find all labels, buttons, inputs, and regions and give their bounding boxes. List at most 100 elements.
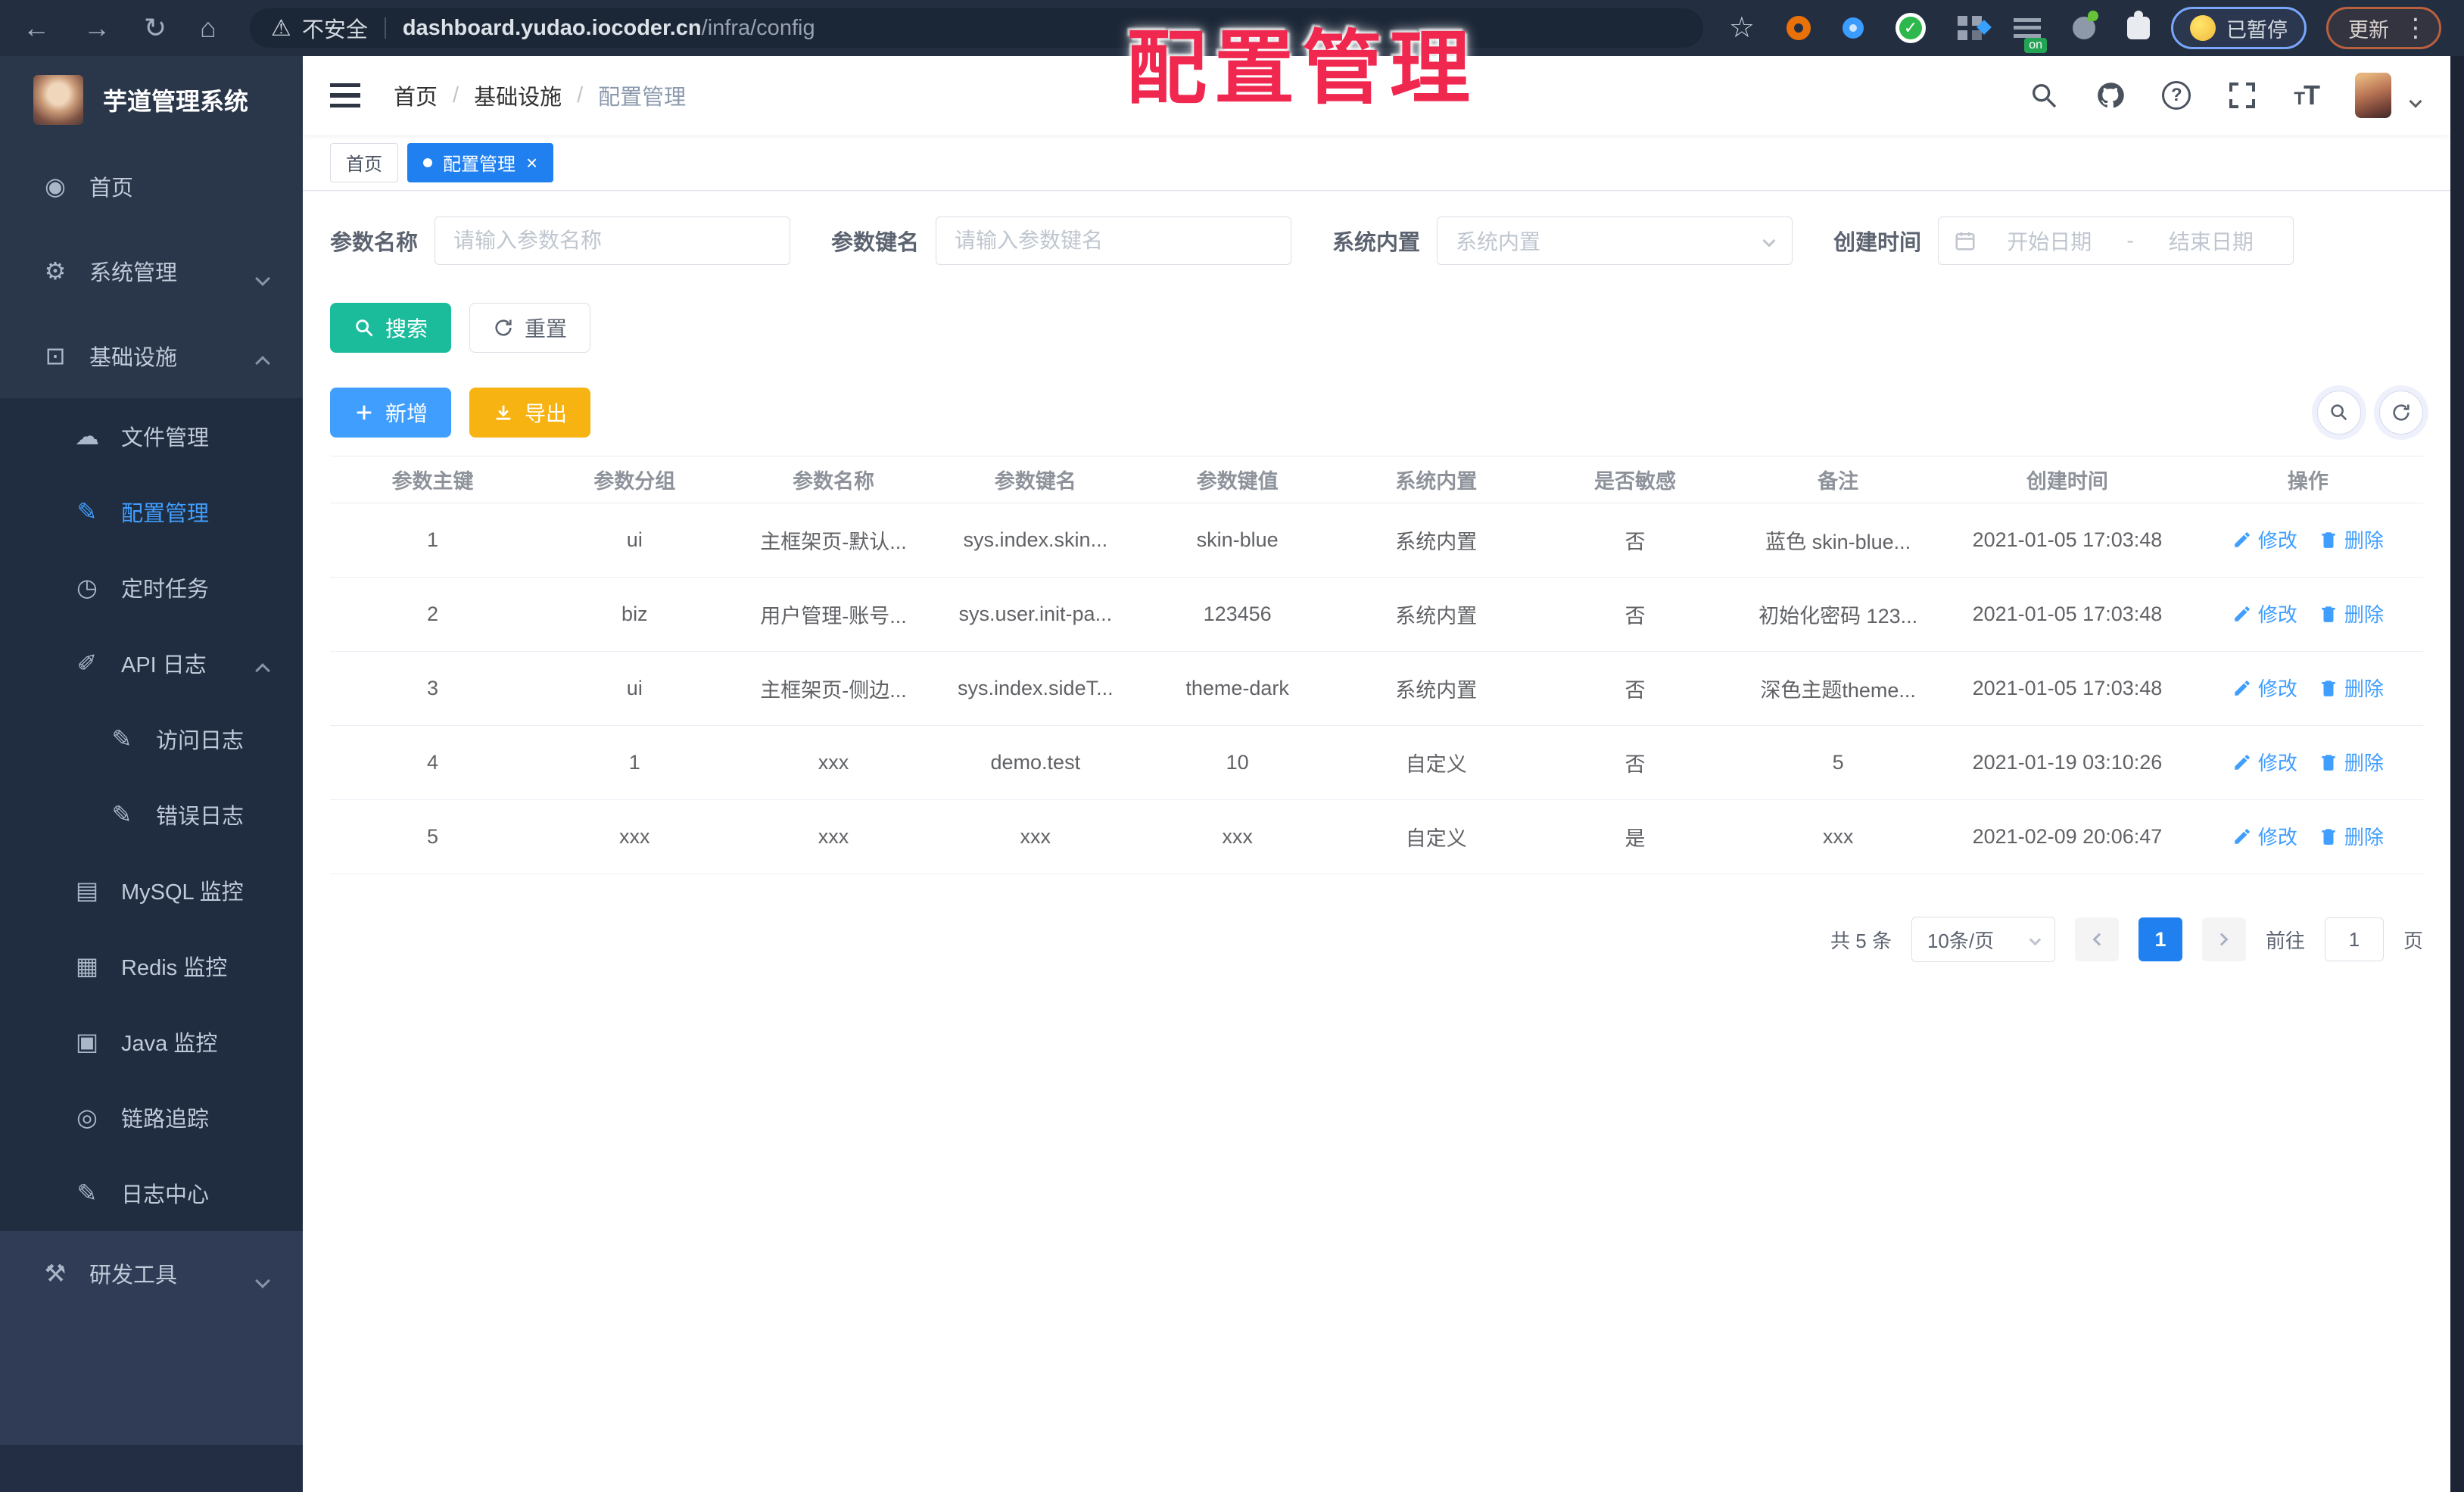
delete-link[interactable]: 删除 <box>2319 748 2384 776</box>
search-button[interactable]: 搜索 <box>330 303 452 353</box>
update-button[interactable]: 更新 ⋮ <box>2326 7 2441 49</box>
java-icon: ▣ <box>75 1028 99 1055</box>
delete-link[interactable]: 删除 <box>2319 674 2384 702</box>
switch-on-extension-icon[interactable] <box>2014 18 2047 53</box>
toggle-search-button[interactable] <box>2317 391 2361 435</box>
sidebar-item-mysql-monitor[interactable]: ▤ MySQL 监控 <box>0 852 303 928</box>
avatar-caret-icon[interactable] <box>2409 95 2422 108</box>
puzzle-extensions-icon[interactable] <box>2127 11 2150 39</box>
tag-首页[interactable]: 首页 <box>330 142 398 182</box>
grid-extension-icon[interactable] <box>1958 16 1982 40</box>
next-page-button[interactable] <box>2201 917 2246 961</box>
edit-link[interactable]: 修改 <box>2232 525 2297 553</box>
sidebar-item-home[interactable]: ◉ 首页 <box>0 144 303 229</box>
forward-icon[interactable]: → <box>83 14 111 42</box>
collapse-sidebar-icon[interactable] <box>330 83 360 107</box>
toolbox-icon: ⚒ <box>44 1260 67 1287</box>
paused-badge[interactable]: 已暂停 <box>2171 7 2307 49</box>
chevron-left-icon <box>2092 933 2106 946</box>
edit-link[interactable]: 修改 <box>2232 600 2297 628</box>
log-center-icon: ✎ <box>76 1179 98 1207</box>
edit-link[interactable]: 修改 <box>2232 674 2297 702</box>
sidebar-item-trace[interactable]: ◎ 链路追踪 <box>0 1079 303 1155</box>
gear-icon: ⚙ <box>44 257 67 285</box>
breadcrumb-item[interactable]: 首页 <box>394 79 438 111</box>
table-cell: 1 <box>628 751 640 774</box>
mysql-icon: ▤ <box>75 877 99 904</box>
reset-button[interactable]: 重置 <box>469 303 591 353</box>
close-icon[interactable]: × <box>526 153 537 173</box>
font-size-icon[interactable]: TT <box>2294 79 2320 111</box>
table-cell: xxx <box>619 825 650 848</box>
github-icon[interactable] <box>2095 80 2126 111</box>
page-size-select[interactable]: 10条/页 <box>1911 917 2055 962</box>
url-bar[interactable]: ⚠ 不安全 dashboard.yudao.iocoder.cn/infra/c… <box>249 8 1703 48</box>
sidebar-item-scheduled-tasks[interactable]: ◷ 定时任务 <box>0 550 303 625</box>
current-page-button[interactable]: 1 <box>2138 917 2182 961</box>
param-name-input[interactable] <box>435 216 791 265</box>
delete-link[interactable]: 删除 <box>2319 600 2384 628</box>
active-dot-icon <box>423 157 432 167</box>
back-icon[interactable]: ← <box>23 14 50 42</box>
sidebar-item-access-log[interactable]: ✎ 访问日志 <box>0 701 303 777</box>
sidebar-item-redis-monitor[interactable]: ▦ Redis 监控 <box>0 928 303 1004</box>
sidebar-item-system-management[interactable]: ⚙ 系统管理 <box>0 229 303 313</box>
sidebar-logo-row[interactable]: 芋道管理系统 <box>0 56 303 144</box>
pagination: 共 5 条 10条/页 1 前往 页 <box>330 917 2423 962</box>
sidebar-item-api-log[interactable]: ✐ API 日志 <box>0 625 303 701</box>
bookmark-star-icon[interactable]: ☆ <box>1729 14 1755 42</box>
edit-icon <box>2235 606 2250 621</box>
orange-extension-icon[interactable] <box>1786 16 1811 40</box>
user-avatar[interactable] <box>2355 73 2391 118</box>
window-scrollbar-strip[interactable] <box>2450 56 2464 1492</box>
reload-icon[interactable]: ↻ <box>144 14 167 42</box>
prev-page-button[interactable] <box>2074 917 2119 961</box>
column-header: 参数键值 <box>1196 470 1279 493</box>
refresh-table-button[interactable] <box>2379 391 2423 435</box>
sidebar-item-dev-tools[interactable]: ⚒ 研发工具 <box>0 1231 303 1316</box>
help-icon[interactable]: ? <box>2162 81 2191 110</box>
breadcrumb-item[interactable]: 基础设施 <box>474 79 562 111</box>
sidebar-item-infrastructure[interactable]: ⊡ 基础设施 <box>0 313 303 398</box>
table-cell: xxx <box>818 825 849 848</box>
search-icon[interactable] <box>2029 80 2059 111</box>
kebab-menu-icon[interactable]: ⋮ <box>2403 15 2428 41</box>
table-cell: 2021-01-05 17:03:48 <box>1972 528 2163 551</box>
sidebar-item-error-log[interactable]: ✎ 错误日志 <box>0 777 303 852</box>
delete-link[interactable]: 删除 <box>2319 525 2384 553</box>
browser-home-icon[interactable]: ⌂ <box>200 14 216 42</box>
column-header: 备注 <box>1818 470 1859 493</box>
param-key-input[interactable] <box>936 216 1292 265</box>
green-check-extension-icon[interactable]: ✓ <box>1896 13 1926 43</box>
add-button[interactable]: 新增 <box>330 388 452 438</box>
chevron-down-icon <box>2029 933 2042 945</box>
table-cell: 系统内置 <box>1395 605 1478 628</box>
sidebar-item-label: 链路追踪 <box>121 1107 210 1132</box>
column-header: 参数主键 <box>391 470 474 493</box>
column-header: 参数名称 <box>792 470 874 493</box>
monitor-chart-icon: ⊡ <box>45 342 66 369</box>
sidebar-item-label: Java 监控 <box>121 1032 218 1056</box>
sidebar-item-file-management[interactable]: ☁ 文件管理 <box>0 398 303 474</box>
sidebar-item-label: 系统管理 <box>89 261 178 285</box>
edit-link[interactable]: 修改 <box>2232 822 2297 850</box>
edit-link[interactable]: 修改 <box>2232 748 2297 776</box>
header-actions: ? TT <box>2029 73 2422 118</box>
delete-link[interactable]: 删除 <box>2319 822 2384 850</box>
sidebar-item-config-management[interactable]: ✎ 配置管理 <box>0 474 303 550</box>
sidebar-item-log-center[interactable]: ✎ 日志中心 <box>0 1155 303 1231</box>
sidebar-item-java-monitor[interactable]: ▣ Java 监控 <box>0 1004 303 1079</box>
sprout-extension-icon[interactable] <box>2073 11 2098 39</box>
pin-extension-icon[interactable] <box>1843 17 1864 39</box>
date-range-picker[interactable]: 开始日期 - 结束日期 <box>1938 216 2294 265</box>
end-date-placeholder: 结束日期 <box>2168 230 2254 254</box>
tag-配置管理[interactable]: 配置管理 × <box>407 142 554 182</box>
edit-icon <box>2235 532 2250 547</box>
create-time-label: 创建时间 <box>1833 231 1922 255</box>
system-builtin-select[interactable]: 系统内置 <box>1437 216 1793 265</box>
table-cell: 初始化密码 123... <box>1758 605 1918 628</box>
export-button[interactable]: 导出 <box>469 388 591 438</box>
fullscreen-icon[interactable] <box>2227 80 2257 111</box>
app-header: 首页 / 基础设施 / 配置管理 ? TT <box>303 56 2450 135</box>
goto-page-input[interactable] <box>2324 917 2384 961</box>
